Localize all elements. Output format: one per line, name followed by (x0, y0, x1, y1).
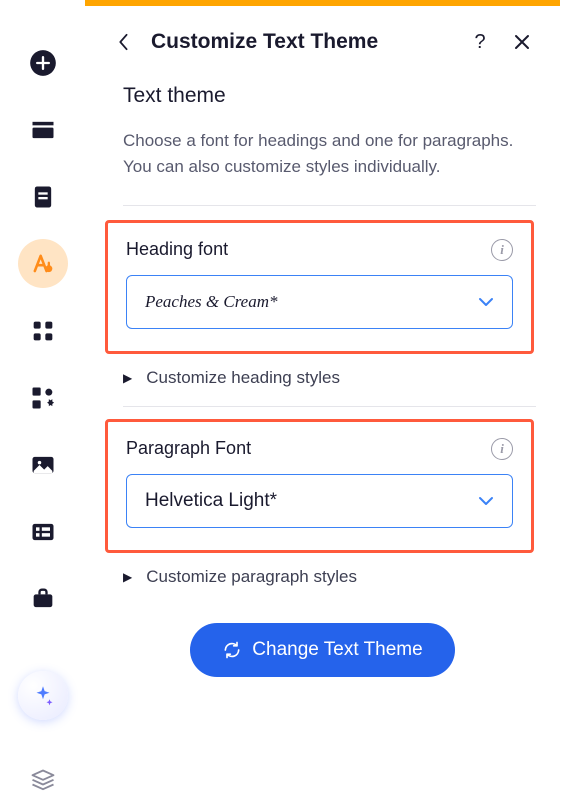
sidebar-item-pages[interactable] (18, 172, 68, 221)
customize-panel: Customize Text Theme ? Text theme Choose… (85, 6, 560, 805)
panel-header: Customize Text Theme ? (109, 24, 536, 60)
triangle-right-icon: ▶ (123, 570, 132, 584)
sidebar-item-apps[interactable] (18, 306, 68, 355)
heading-font-label: Heading font (126, 239, 228, 260)
plus-circle-icon (29, 49, 57, 77)
sidebar-item-business[interactable] (18, 574, 68, 623)
heading-font-info[interactable]: i (491, 239, 513, 261)
text-theme-icon (29, 250, 57, 278)
briefcase-icon (29, 585, 57, 613)
customize-heading-styles[interactable]: ▶ Customize heading styles (123, 368, 536, 388)
change-button-label: Change Text Theme (252, 639, 422, 661)
triangle-right-icon: ▶ (123, 371, 132, 385)
question-icon: ? (474, 31, 485, 54)
section-icon (29, 116, 57, 144)
chevron-down-icon (478, 297, 494, 307)
sidebar-item-media[interactable] (18, 440, 68, 489)
paragraph-font-info[interactable]: i (491, 438, 513, 460)
refresh-icon (222, 640, 242, 660)
divider (123, 205, 536, 206)
sidebar-item-add[interactable] (18, 38, 68, 87)
image-icon (29, 451, 57, 479)
close-icon (514, 34, 530, 50)
help-button[interactable]: ? (466, 28, 494, 56)
sidebar-item-design[interactable] (18, 239, 68, 288)
chevron-left-icon (116, 33, 130, 51)
close-button[interactable] (508, 28, 536, 56)
sidebar-item-ai[interactable] (18, 671, 68, 720)
customize-paragraph-label: Customize paragraph styles (146, 567, 357, 587)
sidebar-item-layers[interactable] (18, 756, 68, 805)
heading-font-select[interactable]: Peaches & Cream* (126, 275, 513, 329)
sparkle-icon (30, 683, 56, 709)
sidebar-item-data[interactable] (18, 507, 68, 556)
paragraph-font-group: Paragraph Font i Helvetica Light* (105, 419, 534, 553)
info-icon: i (500, 242, 504, 258)
info-icon: i (500, 441, 504, 457)
customize-paragraph-styles[interactable]: ▶ Customize paragraph styles (123, 567, 536, 587)
heading-font-value: Peaches & Cream* (145, 292, 278, 312)
sidebar (0, 0, 85, 805)
text-theme-description: Choose a font for headings and one for p… (123, 128, 526, 181)
change-text-theme-button[interactable]: Change Text Theme (190, 623, 454, 677)
gear-grid-icon (29, 384, 57, 412)
heading-font-group: Heading font i Peaches & Cream* (105, 220, 534, 354)
paragraph-font-value: Helvetica Light* (145, 490, 277, 512)
customize-heading-label: Customize heading styles (146, 368, 340, 388)
sidebar-item-sections[interactable] (18, 105, 68, 154)
paragraph-font-label: Paragraph Font (126, 438, 251, 459)
layers-icon (29, 767, 57, 795)
chevron-down-icon (478, 496, 494, 506)
text-theme-title: Text theme (123, 84, 536, 108)
table-icon (29, 518, 57, 546)
page-icon (29, 183, 57, 211)
divider (123, 406, 536, 407)
grid-icon (29, 317, 57, 345)
paragraph-font-select[interactable]: Helvetica Light* (126, 474, 513, 528)
panel-title: Customize Text Theme (151, 30, 452, 54)
back-button[interactable] (109, 28, 137, 56)
sidebar-item-settings[interactable] (18, 373, 68, 422)
